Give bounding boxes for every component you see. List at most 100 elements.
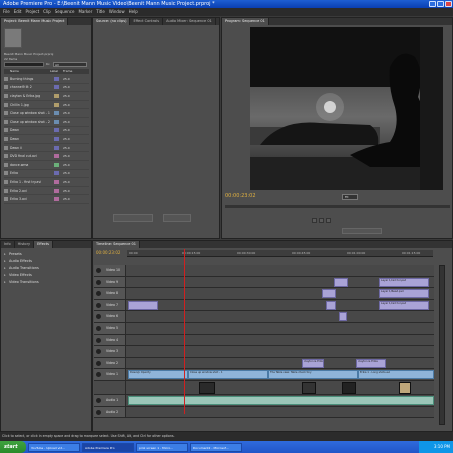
minimize-button[interactable] [429,1,436,7]
clip[interactable]: Erika 1 - Long shots.avi [358,370,434,380]
clip[interactable]: The Table view: Table check tiny [268,370,358,380]
menu-file[interactable]: File [3,8,10,16]
clip[interactable]: Layer 1/Read.psd [379,289,429,299]
menu-project[interactable]: Project [25,8,39,16]
eye-icon[interactable] [96,372,101,378]
source-shuttle[interactable] [163,214,191,222]
speaker-icon[interactable] [96,397,101,403]
clip[interactable] [322,289,336,299]
label-swatch [54,145,59,150]
timeline-playhead[interactable] [184,249,185,414]
project-item[interactable]: Erika 2.avi 25.0 [4,187,89,196]
menu-marker[interactable]: Marker [78,8,92,16]
tab-effect-controls[interactable]: Effect Controls [130,18,164,25]
project-item[interactable]: DVD final cut.avi 25.0 [4,152,89,161]
project-item[interactable]: Erika 3.avi 25.0 [4,195,89,204]
project-item[interactable]: Dawn ii 25.0 [4,144,89,153]
play-button[interactable] [319,218,324,223]
track-label: Video 4 [106,337,118,342]
speaker-icon[interactable] [96,409,101,415]
menu-edit[interactable]: Edit [14,8,22,16]
close-button[interactable] [445,1,452,7]
taskbar-item-paint[interactable]: pink screen 1 - Micro... [136,442,188,452]
tab-source[interactable]: Source: (no clips) [93,18,131,25]
clip[interactable] [128,300,158,310]
timeline-vertical-scrollbar[interactable] [439,265,445,425]
eye-icon[interactable] [96,314,101,320]
clip[interactable]: Layer 1/red hor.psd [379,277,429,287]
eye-icon[interactable] [96,360,101,366]
source-jog-dial[interactable] [113,214,153,222]
clock[interactable]: 3:10 PM [434,444,450,449]
menu-title[interactable]: Title [96,8,105,16]
in-select[interactable]: All [53,62,87,67]
clip[interactable] [326,300,336,310]
eye-icon[interactable] [96,291,101,297]
column-label[interactable]: Label [50,69,63,74]
clip[interactable]: clayton & Erika [302,358,324,368]
column-frame-rate[interactable]: Frame [63,69,72,74]
project-item[interactable]: Chillin 1.jpg 25.0 [4,101,89,110]
step-forward-button[interactable] [326,218,331,223]
clip[interactable]: Layer 1/red hor.psd [379,300,429,310]
start-button[interactable]: start [0,441,26,453]
menu-sequence[interactable]: Sequence [55,8,75,16]
program-timecode[interactable]: 00:00:23:02 [225,193,256,199]
effects-folder-audio-effects[interactable]: Audio Effects [3,258,88,265]
program-jog-dial[interactable] [342,228,382,234]
effects-folder-video-effects[interactable]: Video Effects [3,272,88,279]
tab-timeline[interactable]: Timeline: Sequence 01 [93,241,141,248]
clip[interactable] [339,312,347,322]
clip[interactable] [334,277,348,287]
program-zoom-select[interactable]: Fit [342,194,358,200]
column-name[interactable]: Name [4,69,50,74]
menu-help[interactable]: Help [129,8,138,16]
tab-info[interactable]: Info [1,241,15,248]
project-item[interactable]: Dawn 25.0 [4,127,89,136]
timeline-timecode[interactable]: 00:00:23:02 [96,250,120,255]
taskbar-item-youtube[interactable]: YouTube - Upload vid... [28,442,80,452]
effects-folder-presets[interactable]: Presets [3,251,88,258]
project-item[interactable]: Close up window shot - 2 25.0 [4,118,89,127]
eye-icon[interactable] [96,302,101,308]
menu-window[interactable]: Window [109,8,125,16]
project-item[interactable]: Burning things 25.0 [4,75,89,84]
taskbar-item-premiere[interactable]: Adobe Premiere Pro [82,442,134,452]
eye-icon[interactable] [96,349,101,355]
project-item[interactable]: dance.wma 25.0 [4,161,89,170]
tab-effects[interactable]: Effects [34,241,53,248]
windows-taskbar: start YouTube - Upload vid... Adobe Prem… [0,441,453,453]
tab-project[interactable]: Project: Beenit Mann Music Project [1,18,69,25]
clip[interactable]: Dawn/p Opacity [128,370,188,380]
tab-history[interactable]: History [15,241,35,248]
menu-clip[interactable]: Clip [43,8,51,16]
project-item-rate: 25.0 [63,102,70,107]
eye-icon[interactable] [96,279,101,285]
project-item[interactable]: Erika 25.0 [4,170,89,179]
effects-folder-video-transitions[interactable]: Video Transitions [3,279,88,286]
project-item[interactable]: Erika 1 - first try.avi 25.0 [4,178,89,187]
step-back-button[interactable] [312,218,317,223]
eye-icon[interactable] [96,337,101,343]
timeline-ruler[interactable]: 00:00 00:00:15:00 00:00:30:00 00:00:45:0… [127,250,433,257]
maximize-button[interactable] [437,1,444,7]
audio-clip[interactable] [128,395,434,405]
clip[interactable]: clayton & Erika [356,358,386,368]
project-item[interactable]: channel9 lit 2 25.0 [4,84,89,93]
track-video-8: Video 8 Layer 1/Read.psd [94,288,434,300]
eye-icon[interactable] [96,325,101,331]
eye-icon[interactable] [96,268,101,273]
tab-program[interactable]: Program: Sequence 01 [222,18,269,25]
clip[interactable]: Close up window shot - 1 [188,370,268,380]
project-item-rate: 25.0 [63,76,70,81]
program-time-ruler[interactable] [225,205,450,208]
project-item[interactable]: Close up window shot - 1 25.0 [4,109,89,118]
track-video-10: Video 10 [94,265,434,277]
project-item[interactable]: Dawn 25.0 [4,135,89,144]
project-item[interactable]: clayton & Erika.jpg 25.0 [4,92,89,101]
project-search-input[interactable] [4,62,44,67]
track-video-6: Video 6 [94,311,434,323]
tab-audio-mixer[interactable]: Audio Mixer: Sequence 01 [163,18,216,25]
taskbar-item-word[interactable]: Document2 - Microsof... [190,442,242,452]
effects-folder-audio-transitions[interactable]: Audio Transitions [3,265,88,272]
